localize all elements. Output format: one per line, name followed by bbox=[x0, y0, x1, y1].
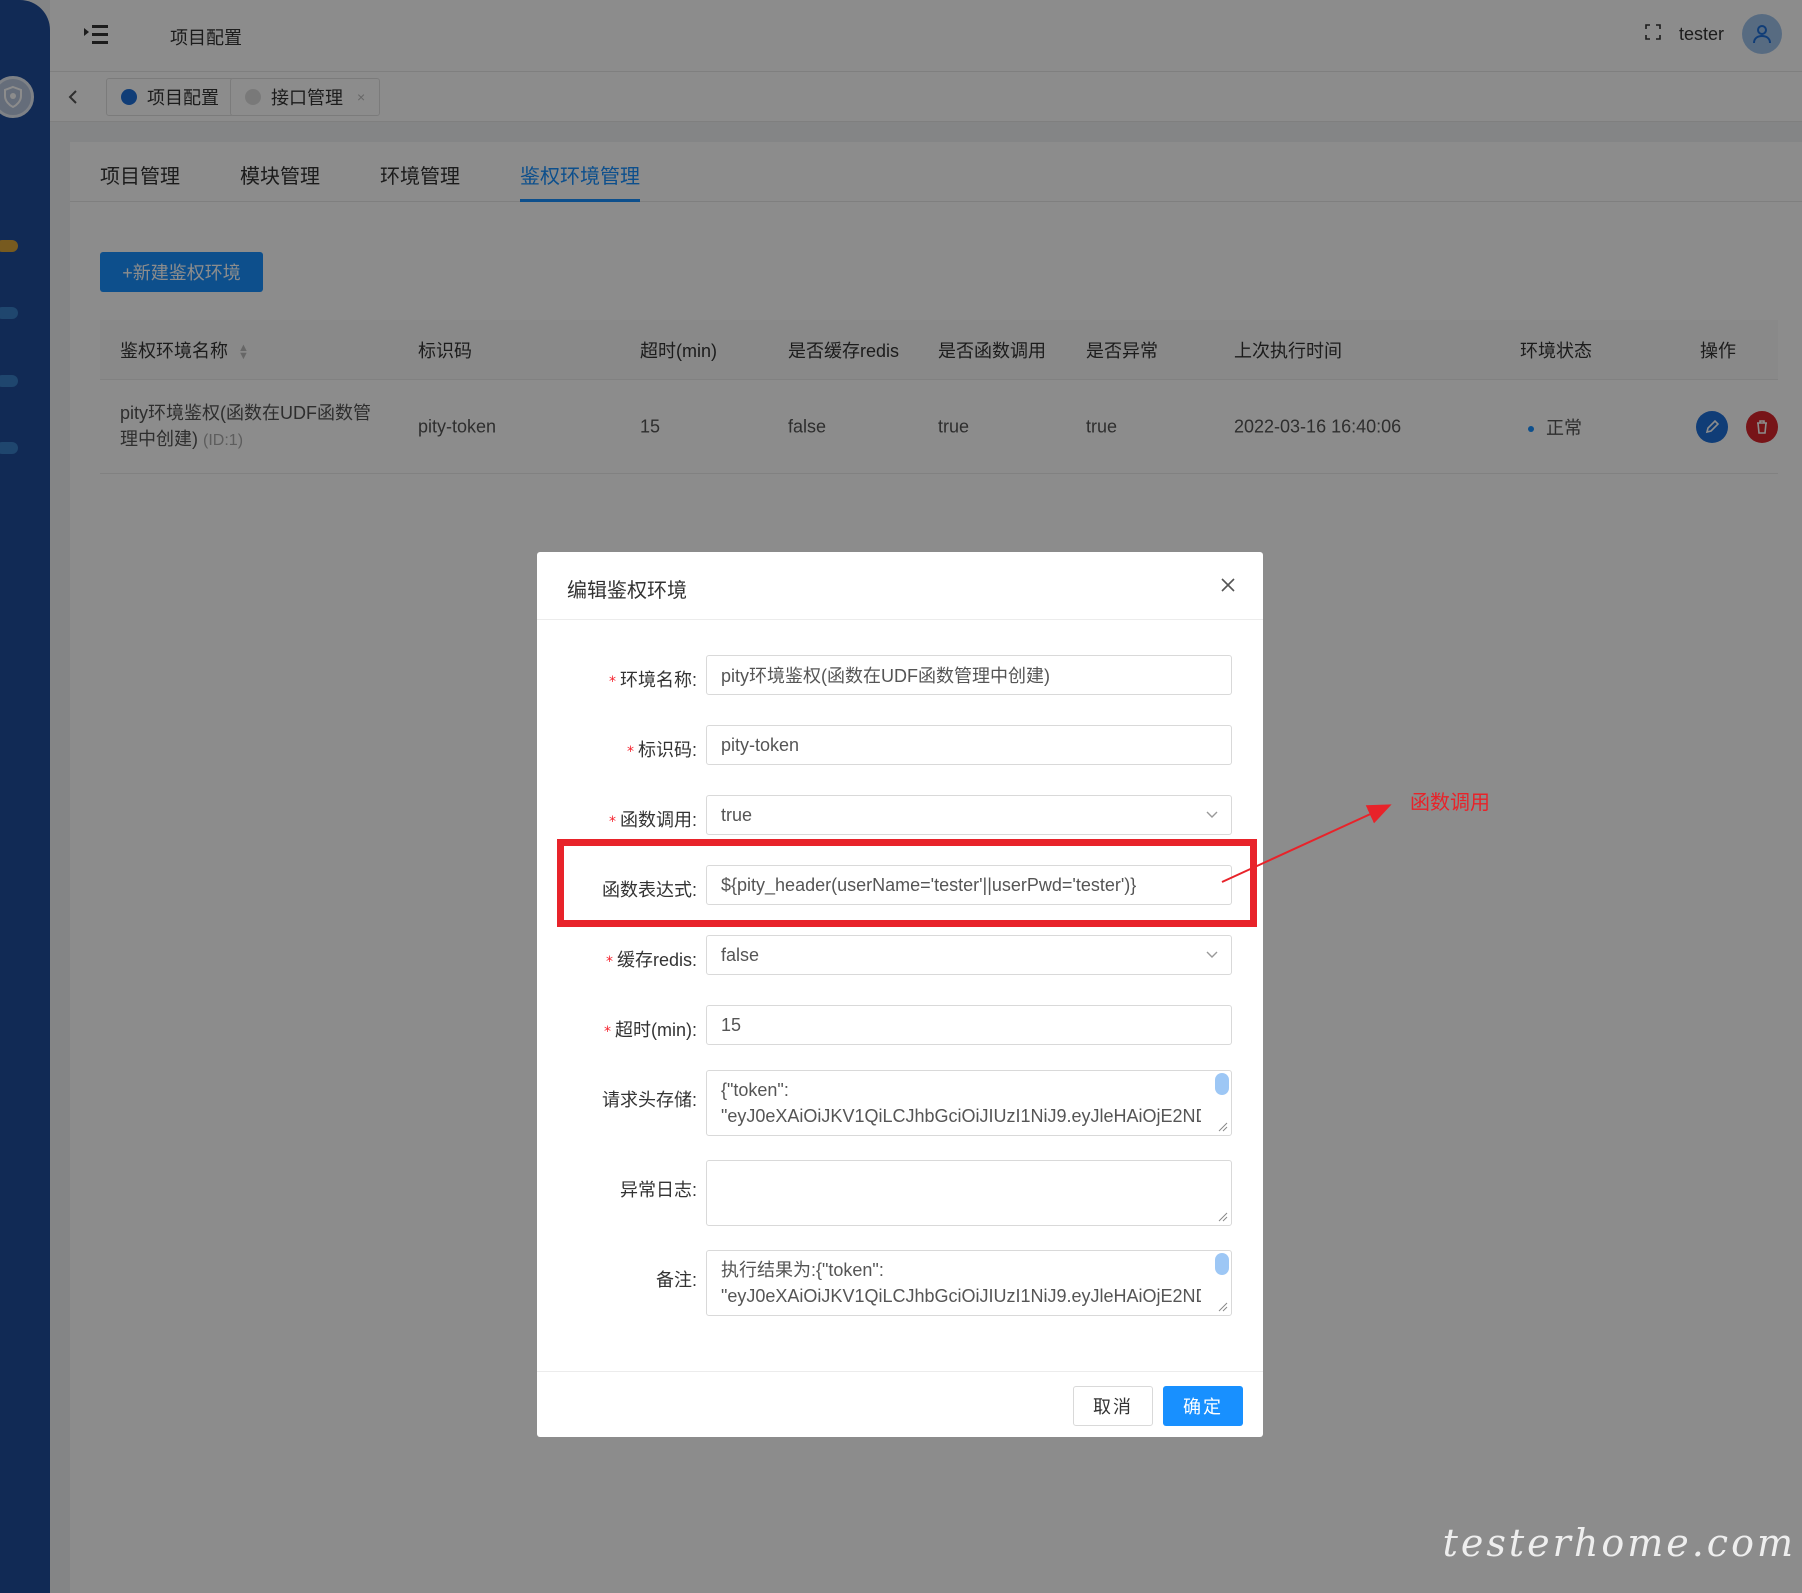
chevron-down-icon bbox=[1206, 811, 1218, 818]
cancel-button[interactable]: 取消 bbox=[1073, 1386, 1153, 1426]
modal-header: 编辑鉴权环境 bbox=[537, 552, 1263, 620]
remark-textarea[interactable]: 执行结果为:{"token": "eyJ0eXAiOiJKV1QiLCJhbGc… bbox=[706, 1250, 1232, 1316]
modal-footer: 取消 确定 bbox=[537, 1371, 1263, 1437]
chevron-down-icon bbox=[1206, 951, 1218, 958]
header-store-textarea[interactable]: {"token": "eyJ0eXAiOiJKV1QiLCJhbGciOiJIU… bbox=[706, 1070, 1232, 1136]
error-log-label: 异常日志: bbox=[619, 1180, 697, 1200]
resize-handle-icon[interactable] bbox=[1215, 1119, 1229, 1133]
resize-handle-icon[interactable] bbox=[1215, 1209, 1229, 1223]
code-label: * 标识码: bbox=[626, 740, 697, 760]
header-store-label: 请求头存储: bbox=[601, 1090, 697, 1110]
confirm-button[interactable]: 确定 bbox=[1163, 1386, 1243, 1426]
cache-redis-select[interactable]: false bbox=[706, 935, 1232, 975]
annotation-label: 函数调用 bbox=[1410, 792, 1490, 814]
func-call-label: * 函数调用: bbox=[608, 810, 697, 830]
close-icon[interactable] bbox=[1215, 572, 1241, 598]
timeout-input[interactable]: 15 bbox=[706, 1005, 1232, 1045]
error-log-textarea[interactable] bbox=[706, 1160, 1232, 1226]
scrollbar[interactable] bbox=[1215, 1073, 1229, 1095]
resize-handle-icon[interactable] bbox=[1215, 1299, 1229, 1313]
cache-redis-label: * 缓存redis: bbox=[605, 950, 697, 970]
modal-title: 编辑鉴权环境 bbox=[567, 580, 687, 602]
env-name-input[interactable]: pity环境鉴权(函数在UDF函数管理中创建) bbox=[706, 655, 1232, 695]
func-call-select[interactable]: true bbox=[706, 795, 1232, 835]
env-name-label: * 环境名称: bbox=[608, 670, 697, 690]
edit-auth-env-modal: 编辑鉴权环境 * 环境名称: pity环境鉴权(函数在UDF函数管理中创建) * 标… bbox=[537, 552, 1263, 1437]
timeout-label: * 超时(min): bbox=[604, 1020, 697, 1040]
watermark: testerhome.com bbox=[1442, 1521, 1796, 1565]
remark-label: 备注: bbox=[655, 1270, 697, 1290]
scrollbar[interactable] bbox=[1215, 1253, 1229, 1275]
code-input[interactable]: pity-token bbox=[706, 725, 1232, 765]
annotation-highlight-box bbox=[557, 839, 1257, 927]
